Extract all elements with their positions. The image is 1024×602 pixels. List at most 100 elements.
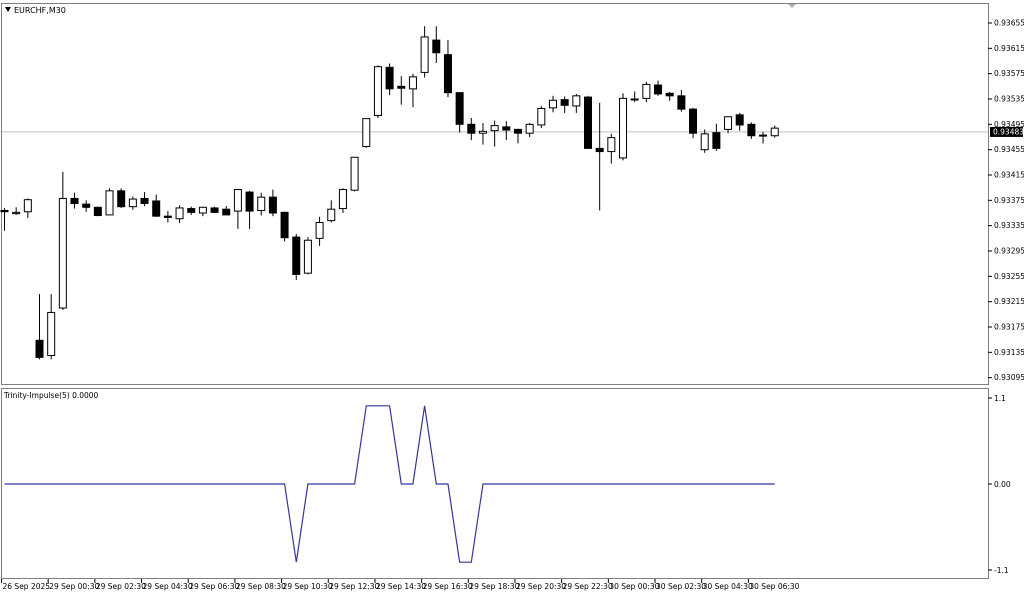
bear-candle-body (443, 54, 452, 94)
candle (303, 237, 312, 275)
bear-candle-body (502, 126, 511, 131)
bear-candle-body (35, 339, 44, 358)
chart-window[interactable]: EURCHF,M30 Trinity-Impulse(5) 0.0000 0.9… (0, 0, 1024, 598)
bull-candle-body (362, 118, 371, 147)
bull-candle-body (537, 108, 546, 126)
bull-candle-body (315, 222, 324, 239)
bull-candle-body (642, 83, 651, 99)
bull-candle-body (23, 199, 32, 213)
time-tick-label: 30 Sep 06:30 (749, 582, 799, 591)
price-tick-label: 0.93095 (994, 373, 1024, 382)
bear-candle-body (187, 208, 196, 213)
bull-candle-body (759, 134, 768, 137)
bull-candle-body (105, 190, 114, 216)
price-tick-label: 0.93575 (994, 69, 1024, 78)
bull-candle-body (619, 97, 628, 159)
bear-candle-body (747, 123, 756, 137)
bear-candle-body (163, 215, 172, 218)
bear-candle-body (82, 203, 91, 208)
time-tick-label: 29 Sep 02:30 (96, 582, 146, 591)
price-tick-label: 0.93415 (994, 171, 1024, 180)
candle (619, 93, 628, 161)
bull-candle-body (58, 197, 67, 309)
bear-candle-body (397, 85, 406, 89)
chart-canvas[interactable]: EURCHF,M30 Trinity-Impulse(5) 0.0000 0.9… (0, 0, 1024, 598)
price-tick-label: 0.93335 (994, 221, 1024, 230)
time-tick-label: 29 Sep 12:30 (329, 582, 379, 591)
candle (280, 211, 289, 242)
time-tick-label: 29 Sep 00:30 (49, 582, 99, 591)
bull-candle-body (327, 208, 336, 222)
bear-candle-body (93, 206, 102, 217)
bull-candle-body (350, 156, 359, 191)
bull-candle-body (700, 133, 709, 151)
bull-candle-body (408, 76, 417, 90)
bull-candle-body (525, 123, 534, 134)
bear-candle-body (268, 196, 277, 214)
indicator-tick-label: -1.1 (994, 566, 1009, 575)
time-tick-label: 29 Sep 10:30 (283, 582, 333, 591)
bear-candle-body (677, 95, 686, 110)
price-axis: 0.936550.936150.935750.935350.934950.934… (988, 19, 1024, 382)
candle (210, 206, 219, 213)
symbol-label: EURCHF,M30 (14, 6, 66, 15)
bear-candle-body (140, 197, 149, 205)
bear-candle-body (689, 108, 698, 134)
bull-candle-body (724, 116, 733, 130)
bear-candle-body (584, 96, 592, 149)
candle (93, 206, 102, 217)
candle (105, 188, 114, 216)
bear-candle-body (712, 132, 721, 149)
bear-candle-body (560, 99, 569, 106)
price-tick-label: 0.93215 (994, 297, 1024, 306)
candle (350, 156, 359, 192)
bear-candle-body (595, 147, 604, 153)
bear-candle-body (280, 211, 289, 239)
bear-candle-body (654, 84, 663, 95)
candle (362, 118, 371, 148)
bull-candle-body (128, 198, 137, 208)
time-tick-label: 29 Sep 16:30 (423, 582, 473, 591)
bear-candle-body (245, 191, 254, 212)
bull-candle-body (303, 239, 312, 274)
price-tick-label: 0.93255 (994, 272, 1024, 281)
bull-candle-body (47, 311, 56, 356)
time-tick-label: 26 Sep 2025 (3, 582, 51, 591)
price-tick-label: 0.93295 (994, 247, 1024, 256)
time-tick-label: 29 Sep 22:30 (563, 582, 613, 591)
candle (373, 65, 382, 118)
candle (117, 188, 126, 208)
bull-candle-body (548, 99, 557, 109)
bull-candle-body (420, 36, 429, 73)
bull-candle-body (607, 137, 616, 153)
bull-candle-body (630, 98, 639, 101)
bull-candle-body (233, 189, 242, 212)
bull-candle-body (373, 66, 382, 116)
bear-candle-body (513, 128, 522, 134)
current-price-tag: 0.93483 (990, 126, 1024, 137)
bull-candle-body (478, 130, 487, 134)
bear-candle-body (467, 123, 476, 134)
bear-candle-body (210, 207, 219, 213)
candle (537, 105, 546, 129)
bear-candle-body (385, 66, 394, 90)
bull-candle-body (572, 95, 581, 107)
bear-candle-body (152, 200, 161, 217)
background (0, 0, 1024, 598)
bull-candle-body (490, 125, 499, 132)
time-tick-label: 29 Sep 06:30 (189, 582, 239, 591)
price-tick-label: 0.93175 (994, 323, 1024, 332)
bear-candle-body (222, 208, 231, 216)
time-tick-label: 29 Sep 20:30 (516, 582, 566, 591)
bull-candle-body (257, 196, 266, 211)
indicator-label: Trinity-Impulse(5) 0.0000 (3, 391, 99, 400)
time-tick-label: 29 Sep 14:30 (376, 582, 426, 591)
price-tick-label: 0.93135 (994, 348, 1024, 357)
price-tick-label: 0.93455 (994, 145, 1024, 154)
bear-candle-body (665, 92, 674, 97)
bear-candle-body (117, 190, 126, 208)
price-tick-label: 0.93535 (994, 95, 1024, 104)
indicator-tick-label: 0.00 (994, 480, 1011, 489)
bull-candle-body (770, 127, 779, 137)
bull-candle-body (175, 207, 184, 220)
